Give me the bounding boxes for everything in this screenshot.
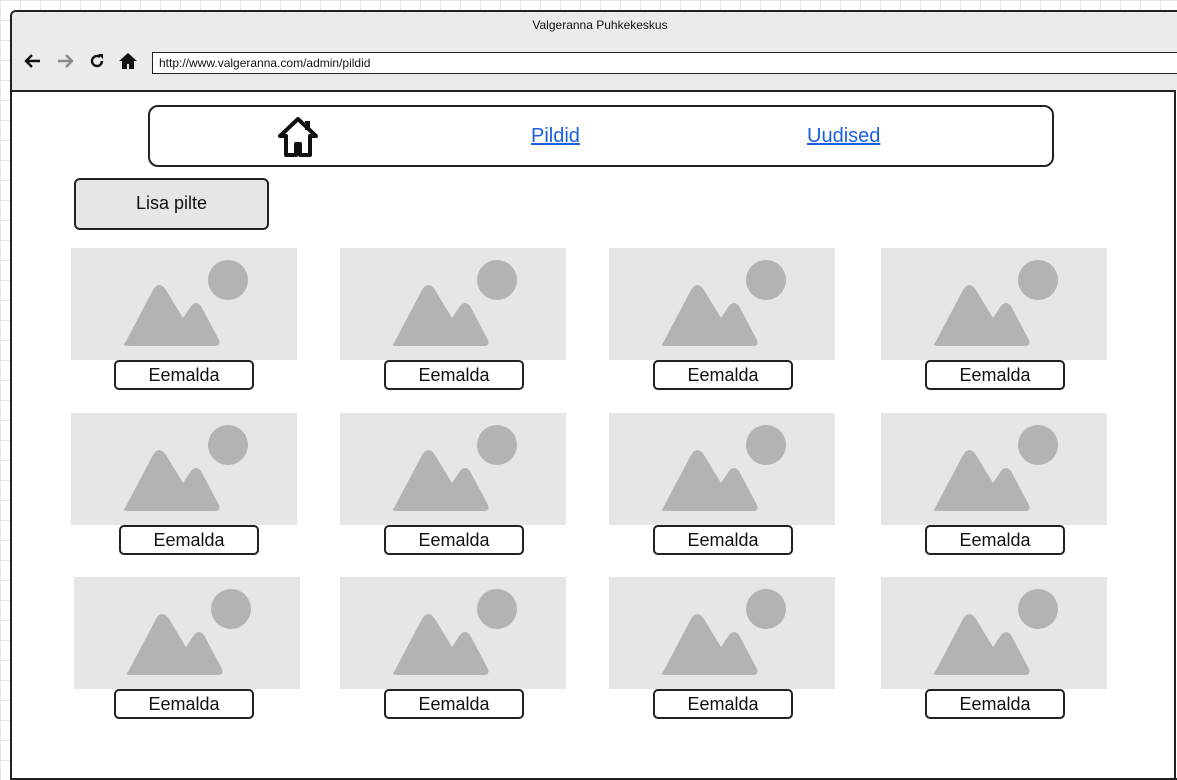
menu-link-uudised[interactable]: Uudised (807, 125, 880, 148)
reload-icon[interactable] (88, 52, 106, 70)
menu-home-icon[interactable] (278, 116, 318, 158)
image-placeholder-icon (71, 248, 297, 360)
remove-button-9[interactable]: Eemalda (114, 689, 254, 719)
remove-button-8[interactable]: Eemalda (925, 525, 1065, 555)
back-icon[interactable] (24, 52, 42, 70)
image-placeholder-icon (609, 413, 835, 525)
add-images-button[interactable]: Lisa pilte (74, 178, 269, 230)
image-placeholder-icon (881, 248, 1107, 360)
remove-button-2[interactable]: Eemalda (384, 360, 524, 390)
main-menu: Pildid Uudised (148, 105, 1054, 167)
remove-button-5[interactable]: Eemalda (119, 525, 259, 555)
window-title: Valgeranna Puhkekeskus (12, 12, 1177, 38)
remove-button-12[interactable]: Eemalda (925, 689, 1065, 719)
remove-button-4[interactable]: Eemalda (925, 360, 1065, 390)
remove-button-1[interactable]: Eemalda (114, 360, 254, 390)
home-icon[interactable] (118, 52, 138, 70)
image-placeholder-icon (340, 577, 566, 689)
image-placeholder-icon (609, 577, 835, 689)
image-placeholder-icon (71, 413, 297, 525)
page-content: Pildid Uudised Lisa pilte Eemalda Eemalda… (12, 92, 1177, 778)
image-placeholder-icon (74, 577, 300, 689)
remove-button-11[interactable]: Eemalda (653, 689, 793, 719)
browser-navbar: http://www.valgeranna.com/admin/pildid (12, 38, 1177, 92)
image-placeholder-icon (340, 413, 566, 525)
menu-link-pildid[interactable]: Pildid (531, 125, 580, 148)
remove-button-6[interactable]: Eemalda (384, 525, 524, 555)
image-placeholder-icon (609, 248, 835, 360)
remove-button-10[interactable]: Eemalda (384, 689, 524, 719)
browser-window: Valgeranna Puhkekeskus http://www.valger… (10, 10, 1177, 780)
remove-button-3[interactable]: Eemalda (653, 360, 793, 390)
image-placeholder-icon (340, 248, 566, 360)
image-placeholder-icon (881, 577, 1107, 689)
image-placeholder-icon (881, 413, 1107, 525)
url-input[interactable]: http://www.valgeranna.com/admin/pildid (152, 52, 1177, 74)
forward-icon[interactable] (56, 52, 74, 70)
remove-button-7[interactable]: Eemalda (653, 525, 793, 555)
